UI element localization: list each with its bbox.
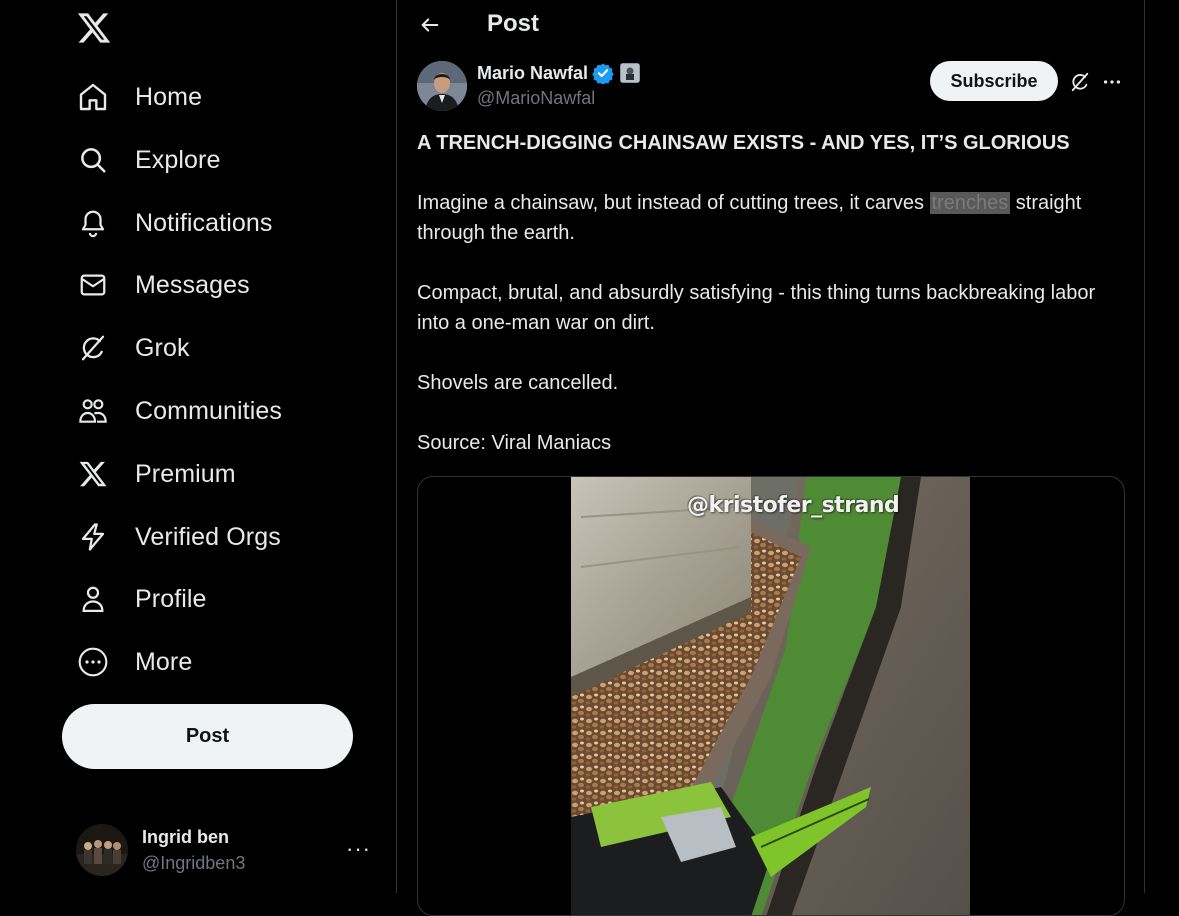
- nav-grok-label: Grok: [135, 333, 190, 362]
- post-paragraph: Compact, brutal, and absurdly satisfying…: [417, 282, 1096, 334]
- post-paragraph: Imagine a chainsaw, but instead of cutti…: [417, 188, 1127, 248]
- account-name: Ingrid ben: [142, 826, 229, 847]
- nav-home-label: Home: [135, 82, 203, 111]
- nav-grok[interactable]: Grok: [76, 328, 190, 368]
- account-more-icon[interactable]: ···: [346, 836, 371, 862]
- more-circle-icon: [76, 645, 110, 679]
- lightning-icon: [76, 520, 110, 554]
- author-avatar[interactable]: [417, 61, 467, 111]
- grok-icon: [76, 331, 110, 365]
- nav-profile-label: Profile: [135, 584, 207, 613]
- arrow-left-icon: [421, 18, 439, 32]
- video-player[interactable]: @kristofer_strand: [417, 476, 1125, 916]
- people-icon: [76, 394, 110, 428]
- post-headline: A TRENCH-DIGGING CHAINSAW EXISTS - AND Y…: [417, 132, 1070, 154]
- column-divider: [1144, 0, 1145, 893]
- post-paragraph: Shovels are cancelled.: [417, 372, 619, 394]
- author-name-row: Mario Nawfal: [477, 62, 641, 86]
- bell-icon: [76, 206, 110, 240]
- grok-icon[interactable]: [1067, 69, 1093, 95]
- nav-notifications[interactable]: Notifications: [76, 203, 272, 243]
- video-watermark: @kristofer_strand: [687, 493, 900, 518]
- nav-home[interactable]: Home: [76, 77, 202, 117]
- nav-more[interactable]: More: [76, 642, 192, 682]
- nav-communities-label: Communities: [135, 396, 282, 425]
- post-text: A TRENCH-DIGGING CHAINSAW EXISTS - AND Y…: [417, 128, 1127, 488]
- search-icon: [76, 143, 110, 177]
- more-options-icon[interactable]: [1099, 69, 1125, 95]
- x-icon: [76, 457, 110, 491]
- nav-more-label: More: [135, 647, 193, 676]
- avatar: [76, 824, 128, 876]
- video-frame[interactable]: @kristofer_strand: [571, 477, 970, 915]
- nav-messages-label: Messages: [135, 270, 250, 299]
- account-switcher[interactable]: Ingrid ben @Ingridben3 ···: [76, 822, 376, 878]
- sidebar: Home Explore Notifications Messages Grok…: [0, 0, 397, 893]
- person-icon: [76, 582, 110, 616]
- nav-verified-orgs-label: Verified Orgs: [135, 522, 281, 551]
- post-text-segment: Imagine a chainsaw, but instead of cutti…: [417, 192, 930, 214]
- page-title: Post: [487, 10, 540, 37]
- verified-badge-icon: [592, 62, 614, 86]
- nav-verified-orgs[interactable]: Verified Orgs: [76, 517, 281, 557]
- nav-communities[interactable]: Communities: [76, 391, 282, 431]
- nav-explore[interactable]: Explore: [76, 140, 220, 180]
- nav-premium-label: Premium: [135, 459, 236, 488]
- envelope-icon: [76, 268, 110, 302]
- main-column: Post Mario Nawfal @MarioNawfal Subscribe…: [397, 0, 1144, 916]
- nav-messages[interactable]: Messages: [76, 265, 250, 305]
- nav-notifications-label: Notifications: [135, 208, 273, 237]
- post-source: Source: Viral Maniacs: [417, 432, 612, 454]
- account-handle: @Ingridben3: [142, 852, 246, 873]
- back-button[interactable]: [413, 8, 447, 42]
- subscribe-button[interactable]: Subscribe: [930, 61, 1058, 101]
- nav-explore-label: Explore: [135, 145, 221, 174]
- x-logo-icon[interactable]: [76, 10, 112, 46]
- home-icon: [76, 80, 110, 114]
- nav-profile[interactable]: Profile: [76, 579, 207, 619]
- highlighted-word: trenches: [929, 192, 1011, 214]
- nav-premium[interactable]: Premium: [76, 454, 236, 494]
- post-button[interactable]: Post: [62, 704, 353, 769]
- author-handle[interactable]: @MarioNawfal: [477, 88, 595, 109]
- author-name[interactable]: Mario Nawfal: [477, 63, 588, 84]
- affiliation-badge-icon[interactable]: [620, 63, 641, 83]
